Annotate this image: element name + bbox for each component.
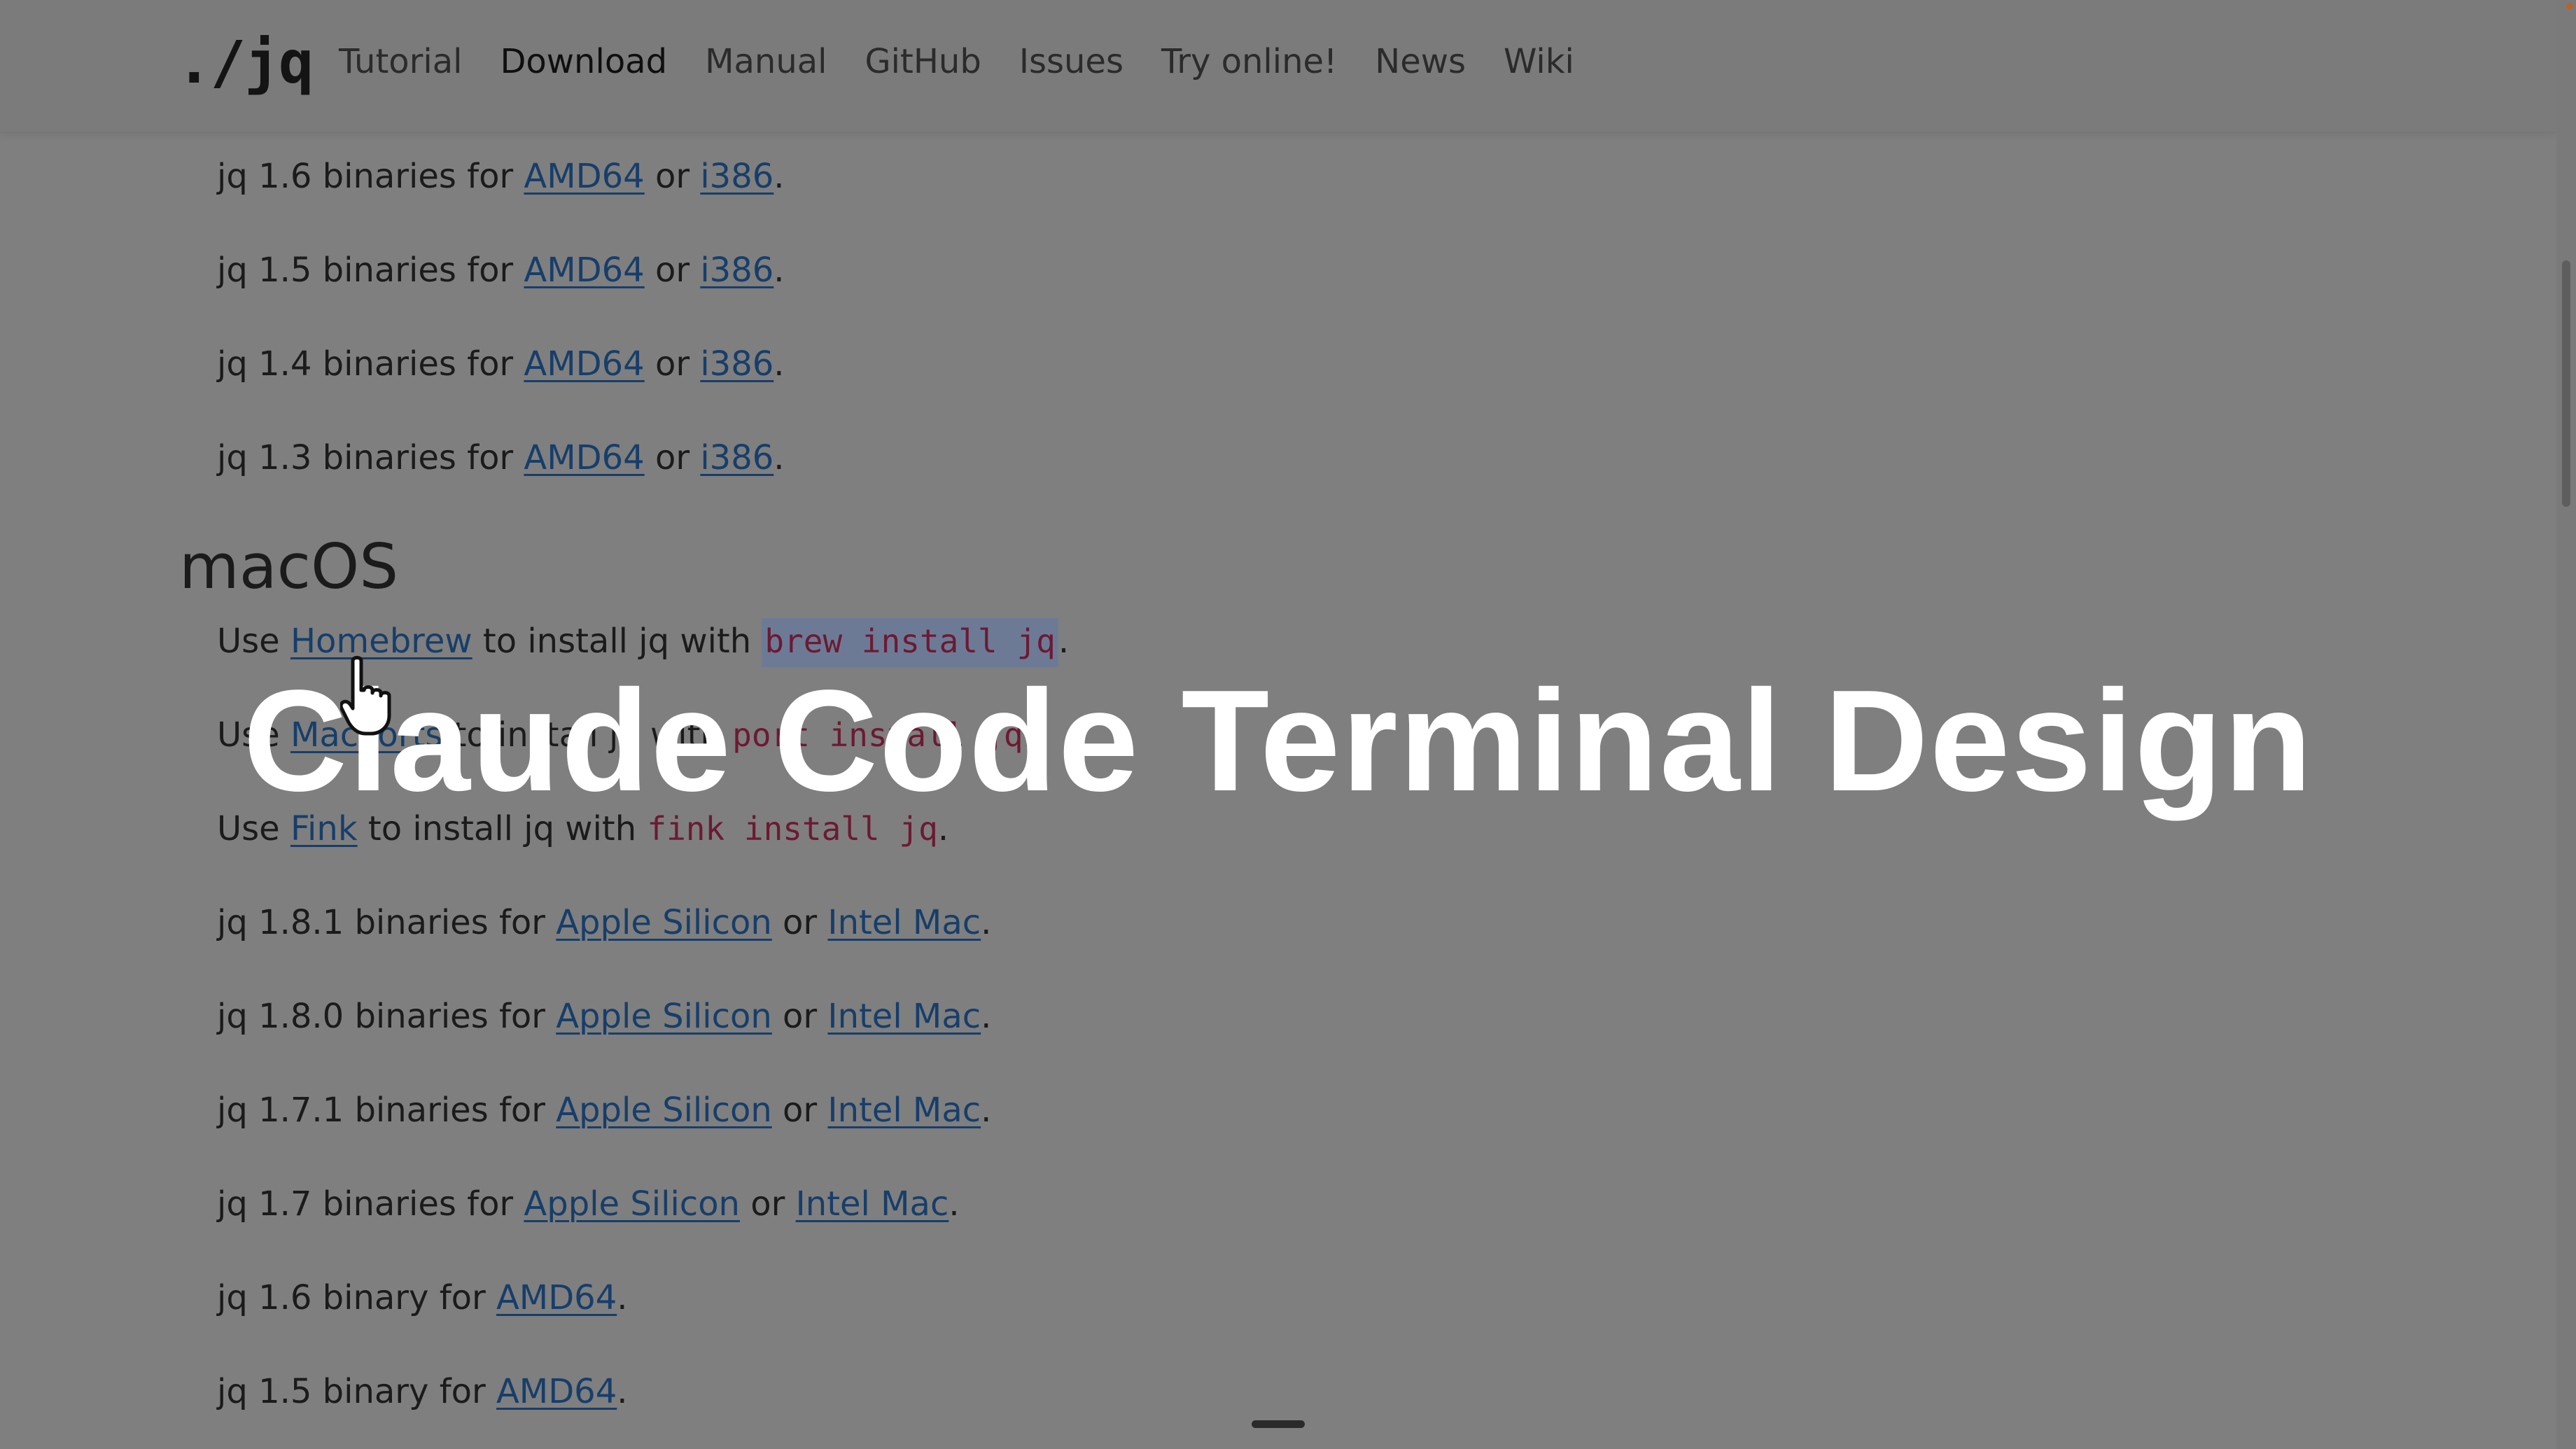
i386-link[interactable]: i386 — [700, 344, 774, 384]
windows-binary-line: jq 1.5 binaries for AMD64 or i386. — [217, 251, 785, 290]
macos-binary-line: jq 1.8.1 binaries for Apple Silicon or I… — [217, 903, 992, 942]
amd64-link[interactable]: AMD64 — [524, 438, 644, 477]
status-dot-icon — [2566, 3, 2573, 10]
hand-pointer-icon — [340, 656, 391, 736]
amd64-link[interactable]: AMD64 — [524, 344, 644, 384]
apple-silicon-link[interactable]: Apple Silicon — [556, 903, 772, 942]
intel-mac-link[interactable]: Intel Mac — [827, 903, 981, 942]
i386-link[interactable]: i386 — [700, 157, 774, 196]
macos-binary-line: jq 1.7.1 binaries for Apple Silicon or I… — [217, 1091, 992, 1130]
site-logo[interactable]: ./jq — [176, 28, 314, 97]
windows-binary-line: jq 1.4 binaries for AMD64 or i386. — [217, 344, 785, 384]
nav-download[interactable]: Download — [500, 42, 667, 81]
macos-binary-line: jq 1.8.0 binaries for Apple Silicon or I… — [217, 997, 992, 1036]
nav-github[interactable]: GitHub — [864, 42, 981, 81]
nav-manual[interactable]: Manual — [705, 42, 827, 81]
nav-wiki[interactable]: Wiki — [1504, 42, 1574, 81]
nav-tutorial[interactable]: Tutorial — [339, 42, 462, 81]
apple-silicon-link[interactable]: Apple Silicon — [524, 1184, 740, 1224]
intel-mac-link[interactable]: Intel Mac — [827, 1091, 981, 1130]
scrollbar-thumb[interactable] — [2562, 260, 2570, 507]
bottom-handle-icon[interactable] — [1252, 1420, 1305, 1428]
amd64-link[interactable]: AMD64 — [496, 1372, 617, 1411]
nav-news[interactable]: News — [1375, 42, 1466, 81]
windows-binary-line: jq 1.3 binaries for AMD64 or i386. — [217, 438, 785, 477]
macos-single-binary-line: jq 1.5 binary for AMD64. — [217, 1372, 628, 1411]
macos-single-binary-line: jq 1.6 binary for AMD64. — [217, 1278, 628, 1317]
macos-binary-line: jq 1.7 binaries for Apple Silicon or Int… — [217, 1184, 960, 1224]
top-navbar: ./jq Tutorial Download Manual GitHub Iss… — [0, 0, 2556, 133]
amd64-link[interactable]: AMD64 — [524, 157, 644, 196]
nav-try-online[interactable]: Try online! — [1161, 42, 1337, 81]
windows-binary-line: jq 1.6 binaries for AMD64 or i386. — [217, 157, 785, 196]
amd64-link[interactable]: AMD64 — [524, 251, 644, 290]
intel-mac-link[interactable]: Intel Mac — [796, 1184, 949, 1224]
nav-links: Tutorial Download Manual GitHub Issues T… — [339, 42, 1574, 81]
vertical-scrollbar[interactable] — [2556, 0, 2576, 1449]
i386-link[interactable]: i386 — [700, 438, 774, 477]
macos-heading: macOS — [179, 531, 399, 603]
intel-mac-link[interactable]: Intel Mac — [827, 997, 981, 1036]
browser-viewport: ./jq Tutorial Download Manual GitHub Iss… — [0, 0, 2576, 1449]
apple-silicon-link[interactable]: Apple Silicon — [556, 997, 772, 1036]
i386-link[interactable]: i386 — [700, 251, 774, 290]
nav-issues[interactable]: Issues — [1019, 42, 1124, 81]
amd64-link[interactable]: AMD64 — [496, 1278, 617, 1317]
apple-silicon-link[interactable]: Apple Silicon — [556, 1091, 772, 1130]
